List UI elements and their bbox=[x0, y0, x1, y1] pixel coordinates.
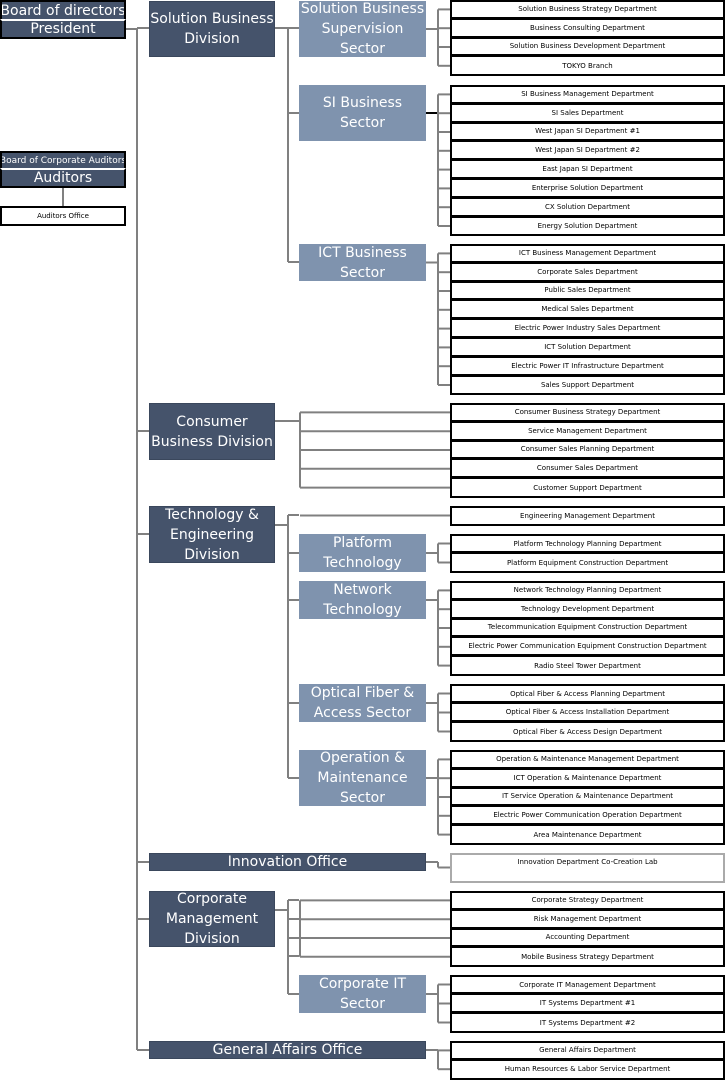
board-of-directors: Board of directors bbox=[0, 0, 126, 20]
president: President bbox=[0, 19, 126, 39]
sector-box: SI Business Sector bbox=[299, 85, 426, 141]
department-box: Service Management Department bbox=[450, 421, 725, 441]
sector-box: Optical Fiber & Access Sector bbox=[299, 684, 426, 722]
department-box: ICT Business Management Department bbox=[450, 244, 725, 263]
department-box: Area Maintenance Department bbox=[450, 825, 725, 845]
department-box: Mobile Business Strategy Department bbox=[450, 947, 725, 968]
department-box: Engineering Management Department bbox=[450, 506, 725, 526]
sector-box: Solution Business Supervision Sector bbox=[299, 1, 426, 57]
department-box: Sales Support Department bbox=[450, 375, 725, 396]
department-box: Human Resources & Labor Service Departme… bbox=[450, 1059, 725, 1080]
department-box: Platform Equipment Construction Departme… bbox=[450, 553, 725, 573]
sector-box: Platform Technology bbox=[299, 534, 426, 572]
sector-box: Operation & Maintenance Sector bbox=[299, 750, 426, 806]
department-box: East Japan SI Department bbox=[450, 160, 725, 179]
department-box: Corporate IT Management Department bbox=[450, 975, 725, 994]
sector-box: Network Technology bbox=[299, 581, 426, 619]
department-box: Solution Business Strategy Department bbox=[450, 0, 725, 19]
department-box: CX Solution Department bbox=[450, 197, 725, 217]
department-box: IT Systems Department #1 bbox=[450, 994, 725, 1013]
department-box: Risk Management Department bbox=[450, 909, 725, 929]
department-box: West Japan SI Department #1 bbox=[450, 122, 725, 142]
department-box: Consumer Sales Department bbox=[450, 459, 725, 479]
department-box: Public Sales Department bbox=[450, 281, 725, 301]
sector-box: ICT Business Sector bbox=[299, 244, 426, 281]
department-box: Electric Power Industry Sales Department bbox=[450, 319, 725, 338]
department-box: West Japan SI Department #2 bbox=[450, 141, 725, 161]
auditors-office: Auditors Office bbox=[0, 206, 126, 226]
division-box: Innovation Office bbox=[149, 853, 426, 871]
department-box: Business Consulting Department bbox=[450, 18, 725, 38]
department-box: Energy Solution Department bbox=[450, 216, 725, 237]
division-box: Corporate Management Division bbox=[149, 891, 275, 947]
department-box: Consumer Business Strategy Department bbox=[450, 403, 725, 422]
division-box: Solution Business Division bbox=[149, 1, 275, 57]
division-box: General Affairs Office bbox=[149, 1041, 426, 1059]
department-box: ICT Solution Department bbox=[450, 338, 725, 357]
department-box: Platform Technology Planning Department bbox=[450, 534, 725, 553]
division-box: Consumer Business Division bbox=[149, 403, 275, 460]
department-box: Innovation Department Co-Creation Lab bbox=[450, 853, 725, 883]
department-box: Accounting Department bbox=[450, 928, 725, 948]
department-box: Electric Power IT Infrastructure Departm… bbox=[450, 356, 725, 376]
department-box: Technology Development Department bbox=[450, 599, 725, 619]
department-box: Optical Fiber & Access Planning Departme… bbox=[450, 684, 725, 703]
board-of-corporate-auditors: Board of Corporate Auditors bbox=[0, 151, 126, 169]
department-box: SI Sales Department bbox=[450, 103, 725, 123]
department-box: Optical Fiber & Access Design Department bbox=[450, 722, 725, 742]
department-box: TOKYO Branch bbox=[450, 56, 725, 77]
department-box: Operation & Maintenance Management Depar… bbox=[450, 750, 725, 769]
department-box: Customer Support Department bbox=[450, 478, 725, 498]
auditors: Auditors bbox=[0, 168, 126, 188]
department-box: SI Business Management Department bbox=[450, 85, 725, 104]
department-box: IT Systems Department #2 bbox=[450, 1013, 725, 1033]
department-box: Corporate Sales Department bbox=[450, 262, 725, 282]
department-box: Medical Sales Department bbox=[450, 300, 725, 320]
department-box: Corporate Strategy Department bbox=[450, 891, 725, 910]
department-box: Radio Steel Tower Department bbox=[450, 656, 725, 676]
department-box: Optical Fiber & Access Installation Depa… bbox=[450, 703, 725, 722]
department-box: Electric Power Communication Equipment C… bbox=[450, 637, 725, 657]
department-box: Network Technology Planning Department bbox=[450, 581, 725, 600]
department-box: Solution Business Development Department bbox=[450, 37, 725, 57]
department-box: Consumer Sales Planning Department bbox=[450, 440, 725, 460]
department-box: IT Service Operation & Maintenance Depar… bbox=[450, 787, 725, 807]
department-box: ICT Operation & Maintenance Department bbox=[450, 768, 725, 788]
division-box: Technology & Engineering Division bbox=[149, 506, 275, 563]
sector-box: Corporate IT Sector bbox=[299, 975, 426, 1013]
department-box: Enterprise Solution Department bbox=[450, 179, 725, 198]
department-box: General Affairs Department bbox=[450, 1041, 725, 1060]
department-box: Electric Power Communication Operation D… bbox=[450, 806, 725, 826]
department-box: Telecommunication Equipment Construction… bbox=[450, 618, 725, 638]
